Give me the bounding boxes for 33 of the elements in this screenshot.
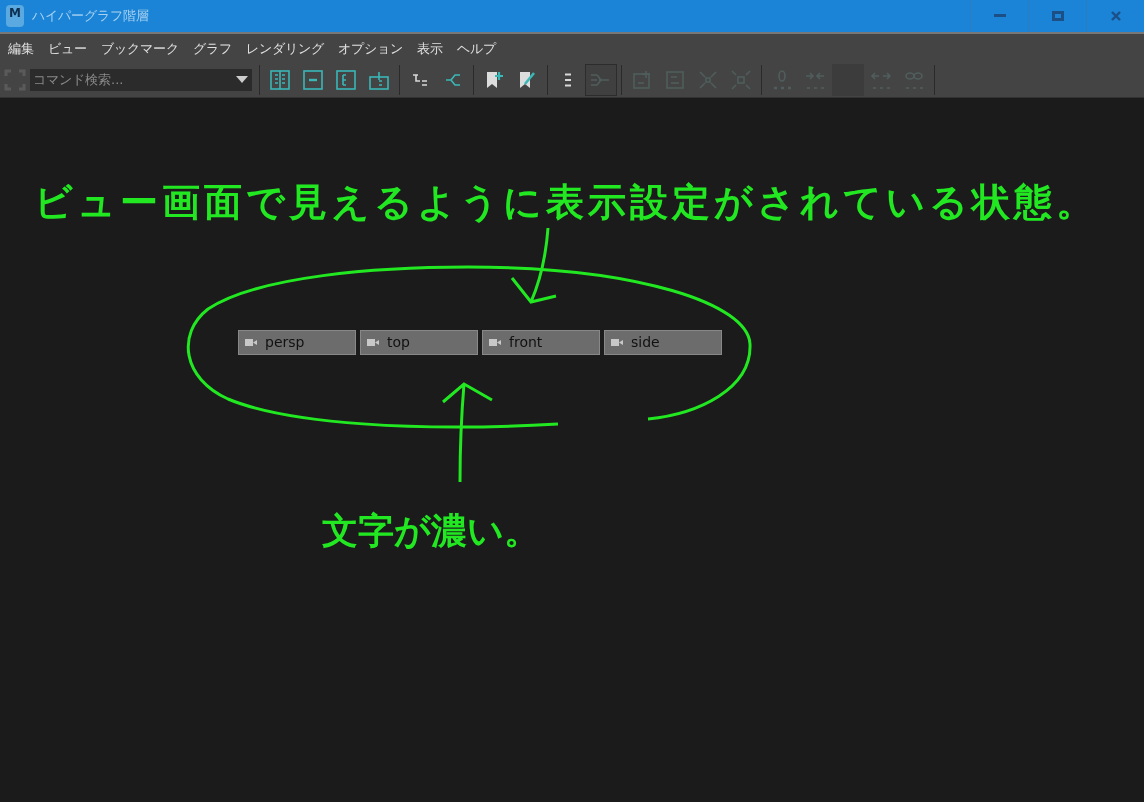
menu-item[interactable]: ビュー <box>48 39 87 59</box>
menu-item[interactable]: オプション <box>338 39 403 59</box>
split-box-icon <box>368 69 389 90</box>
menu-item[interactable]: 編集 <box>8 39 34 59</box>
camera-icon <box>245 339 257 346</box>
minus-box-icon <box>302 69 323 90</box>
frame-icon <box>664 69 685 90</box>
camera-node[interactable]: front <box>482 330 600 355</box>
menu-item[interactable]: グラフ <box>193 39 232 59</box>
annotation-text: ビュー画面で見えるように表示設定がされている状態。 <box>34 179 1098 226</box>
menu-item[interactable]: ヘルプ <box>457 39 496 59</box>
camera-icon <box>367 339 379 346</box>
menu-item[interactable]: ブックマーク <box>101 39 179 59</box>
camera-icon <box>611 339 623 346</box>
minimize-icon <box>993 14 1006 18</box>
camera-node[interactable]: side <box>604 330 722 355</box>
frame-plus-icon <box>631 69 652 90</box>
list-box-icon <box>335 69 356 90</box>
list-icon <box>563 72 572 87</box>
menu-item[interactable]: レンダリング <box>246 39 324 59</box>
dropdown-caret-icon <box>236 76 248 83</box>
annotation-text: 文字が濃い。 <box>322 509 540 553</box>
camera-node[interactable]: persp <box>238 330 356 355</box>
maximize-icon <box>1051 11 1064 21</box>
expand-icon <box>697 69 718 90</box>
close-icon <box>1110 11 1121 21</box>
camera-icon <box>489 339 501 346</box>
grid-icon <box>269 69 290 90</box>
collapse-icon <box>730 69 751 90</box>
menu-item[interactable]: 表示 <box>417 39 443 59</box>
camera-node[interactable]: top <box>360 330 478 355</box>
app-logo: M <box>6 5 24 27</box>
window-title: ハイパーグラフ階層 <box>32 7 149 26</box>
